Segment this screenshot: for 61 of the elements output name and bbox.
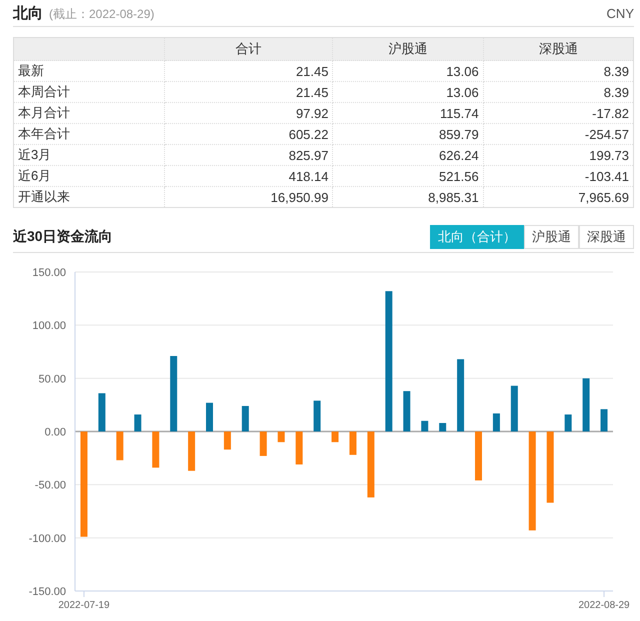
table-cell: 13.06 <box>332 60 484 82</box>
section-title: 近30日资金流向 <box>13 228 113 246</box>
column-header: 沪股通 <box>332 38 484 60</box>
table-cell: 21.45 <box>164 60 333 82</box>
bar <box>367 432 374 498</box>
table-cell: 859.79 <box>332 124 484 144</box>
bar <box>206 402 213 432</box>
table-cell: 最新 <box>14 60 164 82</box>
tab[interactable]: 沪股通 <box>524 225 579 249</box>
bar <box>98 393 106 432</box>
bar <box>510 386 518 432</box>
bar <box>600 409 608 432</box>
y-axis-label: -50.00 <box>34 480 66 492</box>
bar <box>332 432 339 442</box>
table-cell: 近3月 <box>14 144 164 166</box>
currency-label: CNY <box>606 6 634 20</box>
bar <box>349 432 356 455</box>
y-axis-label: 150.00 <box>32 267 66 279</box>
bar <box>152 432 160 468</box>
x-axis-label: 2022-08-29 <box>578 600 630 611</box>
table-cell: 115.74 <box>332 102 484 124</box>
table-cell: 521.56 <box>332 166 484 186</box>
bar <box>296 432 303 464</box>
table-cell: 本月合计 <box>14 102 164 124</box>
table-cell: 本周合计 <box>14 82 164 102</box>
bar <box>403 391 410 432</box>
y-axis-label: -150.00 <box>28 586 66 598</box>
column-header: 合计 <box>164 38 333 60</box>
table-cell: 605.22 <box>164 124 333 144</box>
bar <box>439 423 446 432</box>
bar <box>224 432 231 450</box>
date-note: (截止：2022-08-29) <box>49 6 154 22</box>
tab[interactable]: 深股通 <box>579 225 634 249</box>
bar <box>278 432 285 442</box>
bar <box>260 432 267 456</box>
bar <box>582 378 590 432</box>
bar <box>421 420 428 432</box>
table-cell: 13.06 <box>332 82 484 102</box>
bar <box>492 413 500 432</box>
table-cell: 626.24 <box>332 144 484 166</box>
section-title: 北向 <box>13 4 43 22</box>
x-axis-label: 2022-07-19 <box>58 600 110 611</box>
y-axis-label: 50.00 <box>38 373 66 386</box>
table-cell: 21.45 <box>164 82 333 102</box>
table-cell: 本年合计 <box>14 124 164 144</box>
bar <box>116 432 124 460</box>
bar <box>188 432 196 471</box>
table-cell: 418.14 <box>164 166 333 186</box>
bar <box>546 432 554 503</box>
table-cell: 近6月 <box>14 166 164 186</box>
bar <box>564 414 572 432</box>
column-header: 深股通 <box>483 38 634 60</box>
y-axis-label: 100.00 <box>32 320 66 332</box>
bar <box>314 400 321 432</box>
bar <box>242 406 249 432</box>
table-cell: 97.92 <box>164 102 333 124</box>
y-axis-label: -100.00 <box>28 532 66 545</box>
y-axis-label: 0.00 <box>44 426 66 438</box>
bar <box>475 432 482 480</box>
bar <box>134 414 142 432</box>
table-cell: 825.97 <box>164 144 333 166</box>
